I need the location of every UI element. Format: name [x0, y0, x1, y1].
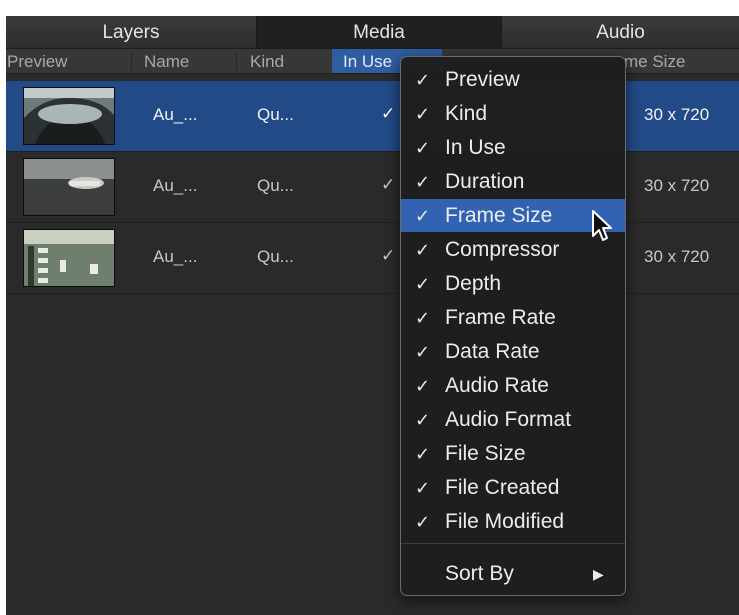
column-divider[interactable] [236, 52, 237, 70]
car-interior-thumbnail-image [24, 88, 114, 144]
row-frame-size: 30 x 720 [644, 105, 710, 124]
menu-divider [401, 543, 625, 544]
menu-item-frame-rate[interactable]: ✓ Frame Rate [401, 301, 625, 334]
row-frame-size: 30 x 720 [644, 176, 710, 195]
table-row[interactable]: Au_... Qu... ✓ 30 x 720 [6, 223, 739, 294]
table-row[interactable]: Au_... Qu... ✓ 30 x 720 [6, 152, 739, 223]
arrow-cursor-icon [592, 210, 612, 241]
menu-item-file-created[interactable]: ✓ File Created [401, 471, 625, 504]
menu-item-audio-format[interactable]: ✓ Audio Format [401, 403, 625, 436]
checkmark-icon: ✓ [415, 240, 431, 260]
menu-item-label: File Created [445, 476, 560, 499]
checkmark-icon: ✓ [415, 172, 431, 192]
menu-item-label: File Size [445, 442, 526, 465]
menu-item-file-size[interactable]: ✓ File Size [401, 437, 625, 470]
menu-item-in-use[interactable]: ✓ In Use [401, 131, 625, 164]
checkmark-icon: ✓ [415, 70, 431, 90]
menu-item-label: In Use [445, 136, 506, 159]
menu-item-sort-by[interactable]: Sort By ▶ [401, 557, 625, 590]
row-kind: Qu... [257, 247, 294, 266]
row-in-use-check: ✓ [381, 175, 396, 194]
menu-item-label: Duration [445, 170, 525, 193]
row-in-use-check: ✓ [381, 104, 396, 123]
track-thumbnail-image [24, 230, 114, 286]
preview-thumbnail [23, 87, 115, 145]
column-divider[interactable] [131, 52, 132, 70]
tab-media[interactable]: Media [257, 16, 501, 48]
column-preview[interactable]: Preview [6, 49, 126, 73]
checkmark-icon: ✓ [415, 410, 431, 430]
menu-item-label: Frame Rate [445, 306, 556, 329]
menu-item-label: Kind [445, 102, 488, 125]
column-preview-label: Preview [7, 52, 68, 71]
checkmark-icon: ✓ [415, 274, 431, 294]
checkmark-icon: ✓ [415, 478, 431, 498]
row-kind: Qu... [257, 105, 294, 124]
checkmark-icon: ✓ [415, 104, 431, 124]
checkmark-icon: ✓ [415, 206, 431, 226]
column-kind[interactable]: Kind [250, 49, 330, 73]
column-frame-size[interactable]: me Size [624, 49, 734, 73]
media-panel: Layers Media Audio Preview Name Kind In … [6, 16, 739, 615]
checkmark-icon: ✓ [415, 376, 431, 396]
column-context-menu: ✓ Preview ✓ Kind ✓ In Use ✓ Duration ✓ Frame … [400, 56, 626, 596]
column-name[interactable]: Name [144, 49, 234, 73]
tab-bar: Layers Media Audio [6, 16, 739, 49]
row-kind: Qu... [257, 176, 294, 195]
row-in-use-check: ✓ [381, 246, 396, 265]
triangle-right-icon: ▶ [593, 566, 604, 582]
tab-layers[interactable]: Layers [6, 16, 256, 48]
checkmark-icon: ✓ [415, 138, 431, 158]
menu-item-label: Sort By [445, 562, 514, 585]
preview-thumbnail [23, 229, 115, 287]
menu-item-kind[interactable]: ✓ Kind [401, 97, 625, 130]
menu-item-label: Audio Format [445, 408, 572, 431]
menu-item-label: File Modified [445, 510, 565, 533]
menu-item-label: Audio Rate [445, 374, 549, 397]
menu-item-label: Compressor [445, 238, 560, 261]
menu-item-preview[interactable]: ✓ Preview [401, 63, 625, 96]
preview-thumbnail [23, 158, 115, 216]
row-frame-size: 30 x 720 [644, 247, 710, 266]
menu-item-label: Preview [445, 68, 520, 91]
row-name: Au_... [153, 105, 198, 124]
menu-item-duration[interactable]: ✓ Duration [401, 165, 625, 198]
checkmark-icon: ✓ [415, 342, 431, 362]
menu-item-label: Frame Size [445, 204, 553, 227]
checkmark-icon: ✓ [415, 444, 431, 464]
menu-item-label: Data Rate [445, 340, 540, 363]
menu-item-audio-rate[interactable]: ✓ Audio Rate [401, 369, 625, 402]
row-name: Au_... [153, 176, 198, 195]
menu-item-data-rate[interactable]: ✓ Data Rate [401, 335, 625, 368]
menu-item-label: Depth [445, 272, 502, 295]
car-thumbnail-image [24, 159, 114, 215]
menu-item-depth[interactable]: ✓ Depth [401, 267, 625, 300]
tab-audio[interactable]: Audio [502, 16, 739, 48]
table-row[interactable]: Au_... Qu... ✓ 30 x 720 [6, 81, 739, 152]
checkmark-icon: ✓ [415, 308, 431, 328]
menu-item-file-modified[interactable]: ✓ File Modified [401, 505, 625, 538]
column-header: Preview Name Kind In Use me Size [6, 49, 739, 74]
row-name: Au_... [153, 247, 198, 266]
checkmark-icon: ✓ [415, 512, 431, 532]
